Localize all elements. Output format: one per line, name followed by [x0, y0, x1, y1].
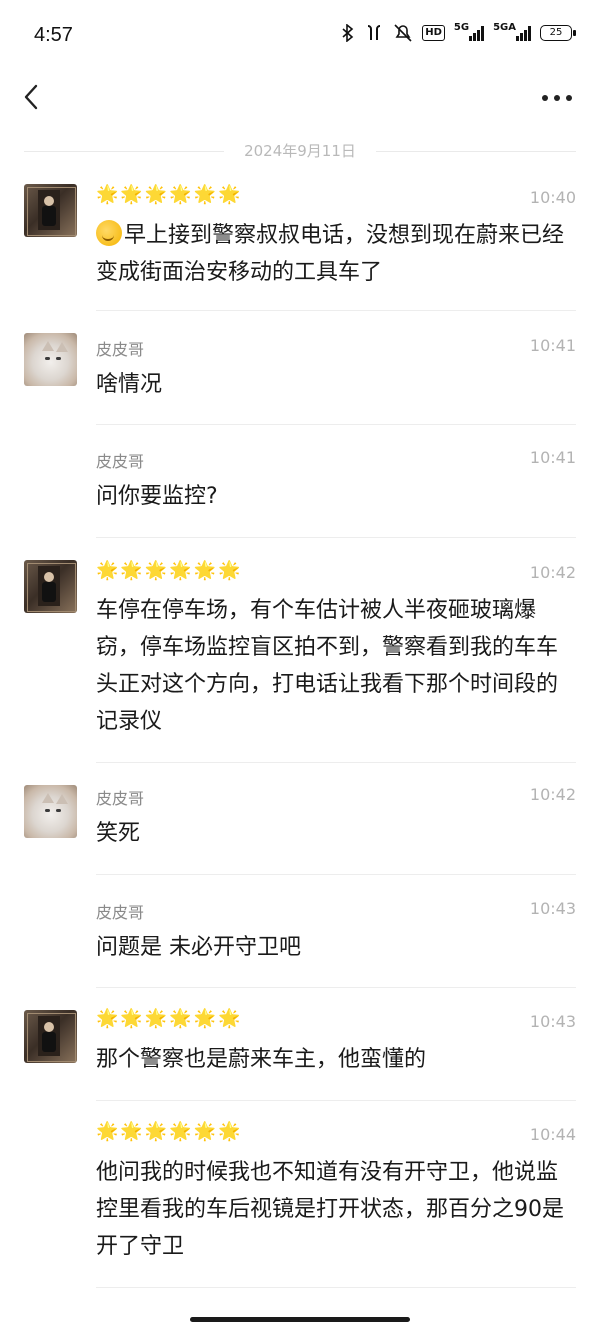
message-time: 10:43 — [529, 899, 576, 918]
message-item: 🌟🌟🌟🌟🌟🌟 10:44 他问我的时候我也不知道有没有开守卫，他说监控里看我的车… — [0, 1101, 600, 1288]
star-badge: 🌟🌟🌟🌟🌟🌟 — [96, 1121, 243, 1142]
message-text: 笑死 — [96, 821, 141, 846]
message-text: 那个警察也是蔚来车主，他蛮懂的 — [96, 1047, 427, 1072]
signal-bars-icon — [516, 25, 531, 41]
message-text: 啥情况 — [96, 372, 163, 397]
message-item: 皮皮哥 10:41 啥情况 — [0, 311, 600, 425]
more-dot-icon — [566, 95, 572, 101]
hd-icon: HD — [422, 25, 445, 41]
message-time: 10:43 — [529, 1012, 576, 1031]
more-dot-icon — [542, 95, 548, 101]
signal-5g: 5G — [453, 21, 485, 41]
earbuds-icon — [364, 24, 384, 42]
sender-name: 皮皮哥 — [96, 903, 145, 922]
back-arrow-icon — [24, 84, 38, 110]
nav-bar — [0, 72, 600, 124]
message-text: 他问我的时候我也不知道有没有开守卫，他说监控里看我的车后视镜是打开状态，那百分之… — [96, 1160, 564, 1259]
message-text: 问你要监控? — [96, 484, 218, 509]
sender-name: 皮皮哥 — [96, 340, 145, 359]
sender-name: 皮皮哥 — [96, 789, 145, 808]
more-dot-icon — [554, 95, 560, 101]
avatar[interactable] — [24, 333, 77, 386]
divider — [96, 1287, 576, 1288]
star-badge: 🌟🌟🌟🌟🌟🌟 — [96, 1008, 243, 1029]
message-text: 问题是 未必开守卫吧 — [96, 935, 301, 960]
crying-laugh-emoji-icon — [96, 220, 122, 246]
message-item: 皮皮哥 10:43 问题是 未必开守卫吧 — [0, 875, 600, 988]
more-options-button[interactable] — [542, 88, 572, 108]
message-item: 皮皮哥 10:41 问你要监控? — [0, 425, 600, 538]
message-time: 10:40 — [529, 188, 576, 207]
signal-bars-icon — [469, 25, 485, 41]
message-time: 10:41 — [529, 448, 576, 467]
date-separator: 2024年9月11日 — [24, 136, 576, 166]
battery-icon: 25 — [540, 25, 576, 41]
avatar[interactable] — [24, 785, 77, 838]
message-text: 早上接到警察叔叔电话，没想到现在蔚来已经变成街面治安移动的工具车了 — [96, 217, 574, 291]
message-item: 🌟🌟🌟🌟🌟🌟 10:42 车停在停车场，有个车估计被人半夜砸玻璃爆窃，停车场监控… — [0, 538, 600, 763]
message-time: 10:41 — [529, 336, 576, 355]
message-time: 10:42 — [529, 785, 576, 804]
status-time: 4:57 — [34, 24, 73, 46]
message-item: 🌟🌟🌟🌟🌟🌟 10:43 那个警察也是蔚来车主，他蛮懂的 — [0, 988, 600, 1101]
avatar[interactable] — [24, 560, 77, 613]
message-time: 10:42 — [529, 563, 576, 582]
star-badge: 🌟🌟🌟🌟🌟🌟 — [96, 184, 243, 205]
message-time: 10:44 — [529, 1125, 576, 1144]
home-indicator[interactable] — [190, 1317, 410, 1322]
avatar[interactable] — [24, 184, 77, 237]
divider — [376, 151, 576, 152]
status-bar: 4:57 HD 5G 5GA 25 — [0, 0, 600, 72]
mute-bell-icon — [393, 24, 413, 42]
network-label-2: 5GA — [493, 21, 516, 33]
message-text: 车停在停车场，有个车估计被人半夜砸玻璃爆窃，停车场监控盲区拍不到，警察看到我的车… — [96, 598, 559, 734]
sender-name: 皮皮哥 — [96, 452, 145, 471]
avatar[interactable] — [24, 1010, 77, 1063]
network-label-1: 5G — [453, 21, 470, 33]
status-icons: HD 5G 5GA 25 — [341, 21, 576, 42]
bluetooth-icon — [341, 24, 355, 42]
star-badge: 🌟🌟🌟🌟🌟🌟 — [96, 560, 243, 581]
message-item: 皮皮哥 10:42 笑死 — [0, 763, 600, 875]
message-text-body: 早上接到警察叔叔电话，没想到现在蔚来已经变成街面治安移动的工具车了 — [96, 223, 565, 285]
back-button[interactable] — [18, 80, 48, 114]
signal-5ga: 5GA — [493, 21, 531, 41]
message-item: 🌟🌟🌟🌟🌟🌟 10:40 早上接到警察叔叔电话，没想到现在蔚来已经变成街面治安移… — [0, 170, 600, 311]
